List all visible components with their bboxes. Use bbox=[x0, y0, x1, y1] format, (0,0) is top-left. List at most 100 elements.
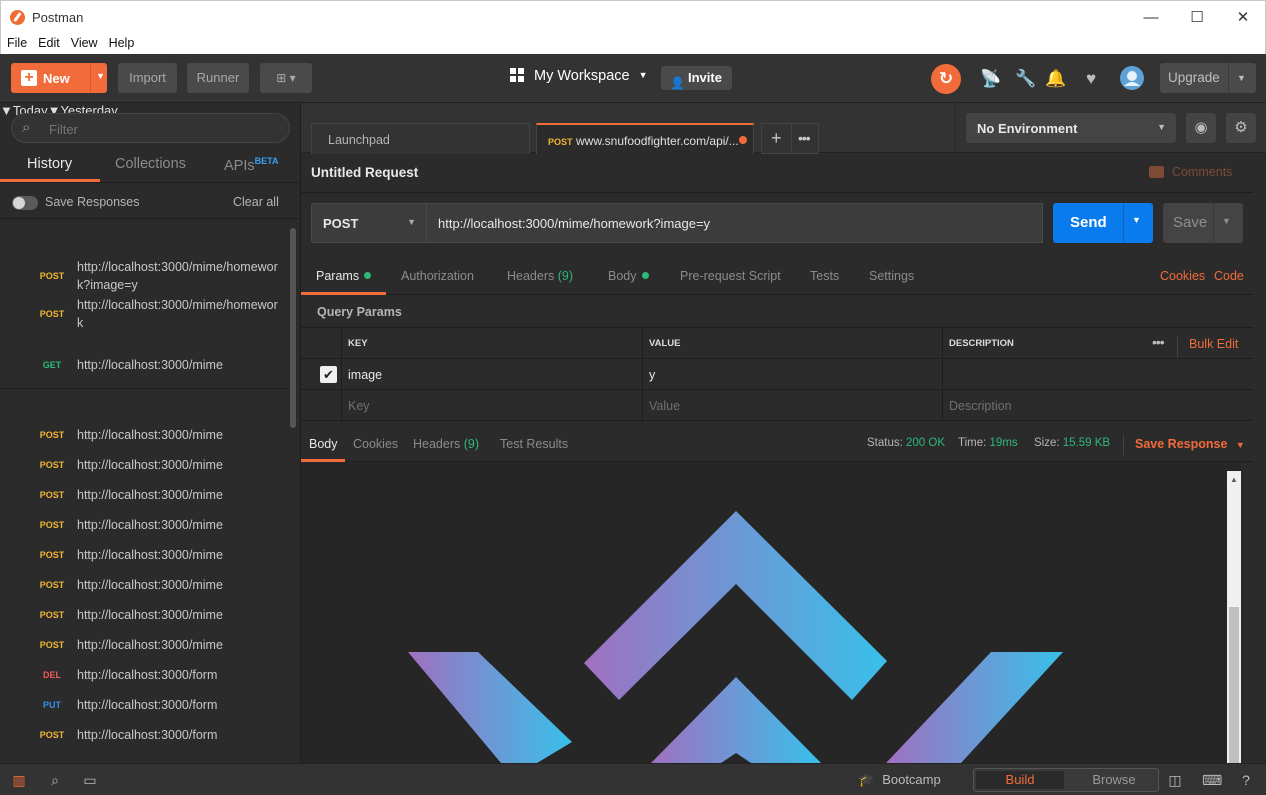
tab-history[interactable]: History bbox=[27, 156, 72, 172]
bulk-edit-link[interactable]: Bulk Edit bbox=[1177, 337, 1238, 357]
status-dot bbox=[364, 272, 372, 279]
wrench-icon[interactable]: 🔧 bbox=[1015, 68, 1037, 90]
params-header-row: KEY VALUE DESCRIPTION ••• Bulk Edit bbox=[301, 328, 1253, 359]
tab-body[interactable]: Body bbox=[608, 269, 649, 283]
maximize-button[interactable]: ☐ bbox=[1174, 1, 1220, 34]
eye-icon[interactable]: ◉ bbox=[1186, 113, 1216, 143]
clear-all-button[interactable]: Clear all bbox=[233, 195, 279, 209]
close-window-button[interactable]: ✕ bbox=[1220, 1, 1266, 34]
method-select[interactable]: POST ▼ bbox=[311, 203, 427, 243]
import-button[interactable]: Import bbox=[118, 63, 177, 93]
add-tab-icon[interactable]: + bbox=[771, 128, 782, 149]
workspace-label: My Workspace bbox=[534, 68, 630, 84]
param-value-cell[interactable]: y bbox=[642, 359, 942, 390]
menu-edit[interactable]: Edit bbox=[32, 33, 65, 50]
url-input[interactable]: http://localhost:3000/mime/homework?imag… bbox=[427, 203, 1043, 243]
gear-icon[interactable]: ⚙ bbox=[1226, 113, 1256, 143]
console-icon[interactable]: ▭ bbox=[82, 772, 98, 788]
chevron-down-icon[interactable]: ▼ bbox=[1132, 215, 1141, 225]
scrollbar-thumb[interactable] bbox=[1229, 607, 1239, 767]
chevron-down-icon[interactable]: ▼ bbox=[96, 71, 105, 81]
tab-prerequest-script[interactable]: Pre-request Script bbox=[680, 269, 781, 283]
tab-launchpad[interactable]: Launchpad bbox=[311, 123, 530, 154]
tab-headers-label: Headers bbox=[507, 269, 555, 283]
invite-button[interactable]: 👤 Invite bbox=[661, 66, 732, 90]
sidebar-toggle-icon[interactable]: ▥ bbox=[11, 772, 27, 788]
code-link[interactable]: Code bbox=[1214, 269, 1244, 283]
description-input[interactable]: Description bbox=[942, 390, 1253, 421]
keyboard-icon[interactable]: ⌨ bbox=[1202, 772, 1222, 788]
response-preview[interactable] bbox=[301, 463, 1241, 763]
save-responses-toggle[interactable] bbox=[12, 196, 38, 210]
chevron-down-icon: ▼ bbox=[1157, 122, 1166, 132]
tab-collections[interactable]: Collections bbox=[115, 156, 186, 172]
tab-response-cookies[interactable]: Cookies bbox=[353, 437, 398, 451]
menu-help[interactable]: Help bbox=[103, 33, 140, 50]
bootcamp-button[interactable]: 🎓 Bootcamp bbox=[858, 772, 941, 788]
method-badge: DEL bbox=[43, 670, 61, 680]
save-button[interactable]: Save ▼ bbox=[1163, 203, 1243, 243]
tab-response-body[interactable]: Body bbox=[309, 437, 338, 451]
upgrade-button[interactable]: Upgrade ▼ bbox=[1160, 63, 1256, 93]
more-icon[interactable]: ••• bbox=[1152, 334, 1165, 350]
save-response-button[interactable]: Save Response ▼ bbox=[1123, 435, 1245, 455]
browse-button[interactable]: Browse bbox=[1070, 771, 1158, 789]
tab-active-request[interactable]: POST www.snufoodfighter.com/api/... bbox=[536, 123, 754, 154]
two-pane-icon[interactable]: ◫ bbox=[1167, 772, 1183, 788]
param-key-cell[interactable]: image bbox=[341, 359, 642, 390]
minimize-button[interactable]: — bbox=[1128, 1, 1174, 34]
method-badge: POST bbox=[39, 730, 65, 740]
tab-headers[interactable]: Headers (9) bbox=[507, 269, 573, 283]
filter-placeholder: Filter bbox=[49, 122, 78, 137]
response-scrollbar[interactable]: ▲ bbox=[1227, 471, 1241, 767]
divider bbox=[1228, 63, 1229, 93]
method-badge: POST bbox=[39, 430, 65, 440]
sidebar-scrollbar[interactable] bbox=[290, 228, 296, 428]
comments-button[interactable]: Comments bbox=[1149, 165, 1232, 179]
chevron-down-icon[interactable]: ▼ bbox=[1237, 63, 1246, 93]
workspace-grid-icon bbox=[510, 68, 524, 82]
bell-icon[interactable]: 🔔 bbox=[1045, 68, 1067, 90]
row-checkbox[interactable]: ✔ bbox=[320, 366, 337, 383]
new-window-button[interactable]: ⊞ ▾ bbox=[260, 63, 312, 93]
method-badge: POST bbox=[39, 610, 65, 620]
send-button[interactable]: Send ▼ bbox=[1053, 203, 1153, 243]
menu-view[interactable]: View bbox=[65, 33, 103, 50]
tab-authorization[interactable]: Authorization bbox=[401, 269, 474, 283]
tab-response-headers[interactable]: Headers (9) bbox=[413, 437, 479, 451]
menu-file[interactable]: File bbox=[1, 33, 32, 50]
response-image bbox=[408, 511, 1063, 763]
tab-tests[interactable]: Tests bbox=[810, 269, 839, 283]
runner-button[interactable]: Runner bbox=[187, 63, 249, 93]
more-icon[interactable]: ••• bbox=[798, 130, 811, 146]
environment-select[interactable]: No Environment ▼ bbox=[966, 113, 1176, 143]
status-label: Status: bbox=[867, 437, 903, 449]
invite-label: Invite bbox=[688, 70, 722, 85]
satellite-icon[interactable]: 📡 bbox=[980, 68, 1002, 90]
chevron-down-icon[interactable]: ▼ bbox=[1222, 216, 1231, 226]
workspace-selector[interactable]: My Workspace ▼ bbox=[510, 68, 648, 84]
tab-settings[interactable]: Settings bbox=[869, 269, 914, 283]
request-title[interactable]: Untitled Request bbox=[311, 165, 418, 180]
chevron-down-icon: ▼ bbox=[407, 217, 416, 227]
tab-test-results[interactable]: Test Results bbox=[500, 437, 568, 451]
heart-icon[interactable]: ♥ bbox=[1080, 68, 1102, 90]
param-description-cell[interactable] bbox=[942, 359, 1253, 390]
avatar[interactable] bbox=[1120, 66, 1144, 90]
tab-params[interactable]: Params bbox=[316, 269, 372, 283]
params-table: KEY VALUE DESCRIPTION ••• Bulk Edit ✔ im… bbox=[301, 327, 1253, 421]
cookies-link[interactable]: Cookies bbox=[1160, 269, 1205, 283]
active-tab-underline bbox=[301, 459, 345, 462]
table-row-new: Key Value Description bbox=[301, 390, 1253, 421]
build-button[interactable]: Build bbox=[976, 771, 1064, 789]
value-input[interactable]: Value bbox=[642, 390, 942, 421]
scroll-up-icon[interactable]: ▲ bbox=[1230, 475, 1238, 484]
filter-input[interactable]: ⌕ Filter bbox=[11, 113, 290, 143]
tab-apis[interactable]: APIsBETA bbox=[224, 156, 278, 174]
help-icon[interactable]: ? bbox=[1238, 772, 1254, 788]
new-button[interactable]: + New ▼ bbox=[11, 63, 107, 93]
divider bbox=[0, 388, 290, 389]
find-icon[interactable]: ⌕ bbox=[47, 772, 63, 788]
sync-icon[interactable]: ↻ bbox=[931, 64, 961, 94]
key-input[interactable]: Key bbox=[341, 390, 642, 421]
